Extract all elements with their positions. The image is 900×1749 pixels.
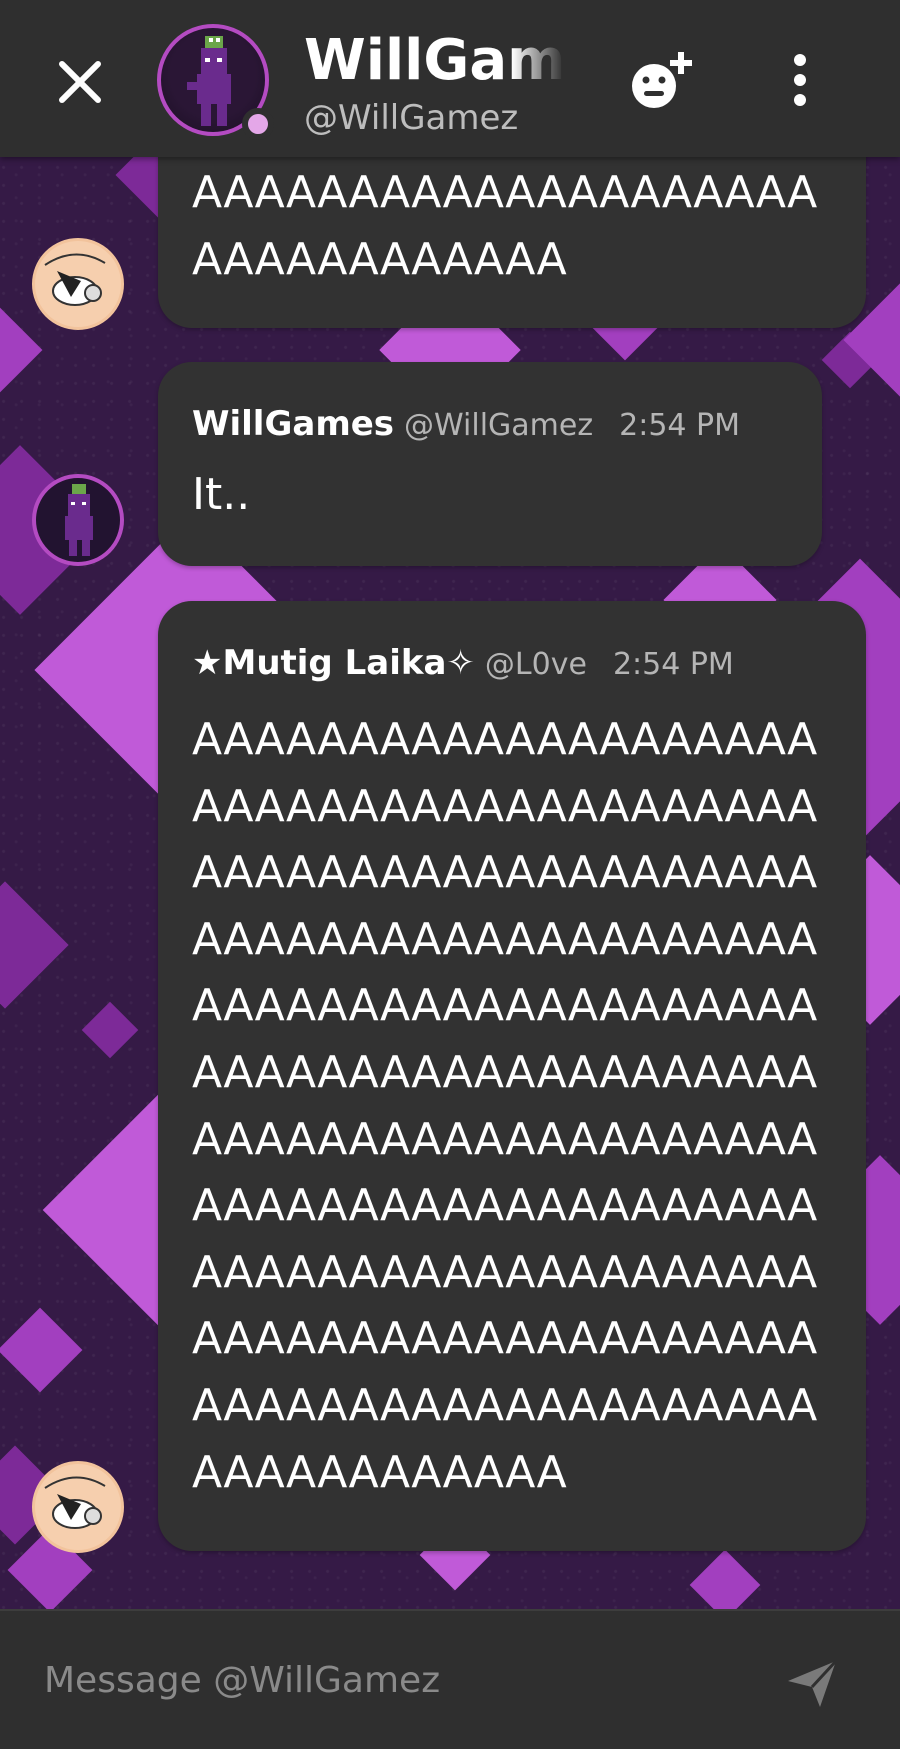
message-text: AAAAAAAAAAAAAAAAAAAA AAAAAAAAAAAAAAAAAAA… — [192, 714, 818, 1498]
user-avatar-laika[interactable] — [32, 238, 124, 330]
close-icon — [59, 61, 101, 103]
add-friend-icon — [632, 52, 692, 108]
message-bubble[interactable]: ★Mutig Laika✧ @L0ve 2:54 PM AAAAAAAAAAAAAA… — [158, 601, 866, 1551]
status-indicator — [242, 108, 274, 140]
message-input[interactable]: Message @WillGamez — [44, 1651, 744, 1711]
header-title: WillGames — [304, 28, 564, 93]
message-text: AAAAAAAAAAAAAAAAAAAA AAAAAAAAAAAA — [192, 167, 818, 285]
user-avatar-laika[interactable] — [32, 1461, 124, 1553]
message-timestamp: 2:54 PM — [612, 647, 734, 682]
message-header: ★Mutig Laika✧ @L0ve 2:54 PM — [192, 641, 734, 691]
more-vertical-icon — [794, 54, 806, 106]
header-handle: @WillGamez — [304, 98, 519, 138]
message-author[interactable]: ★Mutig Laika✧ — [192, 643, 475, 683]
message-timestamp: 2:54 PM — [619, 408, 741, 443]
message-handle: @WillGamez — [404, 408, 594, 443]
message-handle: @L0ve — [484, 647, 587, 682]
send-button[interactable] — [784, 1655, 840, 1711]
send-icon — [788, 1659, 838, 1707]
add-friend-button[interactable] — [624, 46, 704, 116]
close-button[interactable] — [50, 52, 110, 112]
chat-header: WillGames @WillGamez — [0, 0, 900, 157]
message-header: WillGames @WillGamez 2:54 PM — [192, 402, 740, 452]
user-avatar-willgames[interactable] — [32, 474, 124, 566]
message-text: It.. — [192, 469, 251, 520]
message-bubble[interactable]: WillGames @WillGamez 2:54 PM It.. — [158, 362, 822, 566]
message-author[interactable]: WillGames — [192, 404, 394, 444]
more-options-button[interactable] — [780, 50, 820, 110]
message-composer: Message @WillGamez — [0, 1609, 900, 1749]
